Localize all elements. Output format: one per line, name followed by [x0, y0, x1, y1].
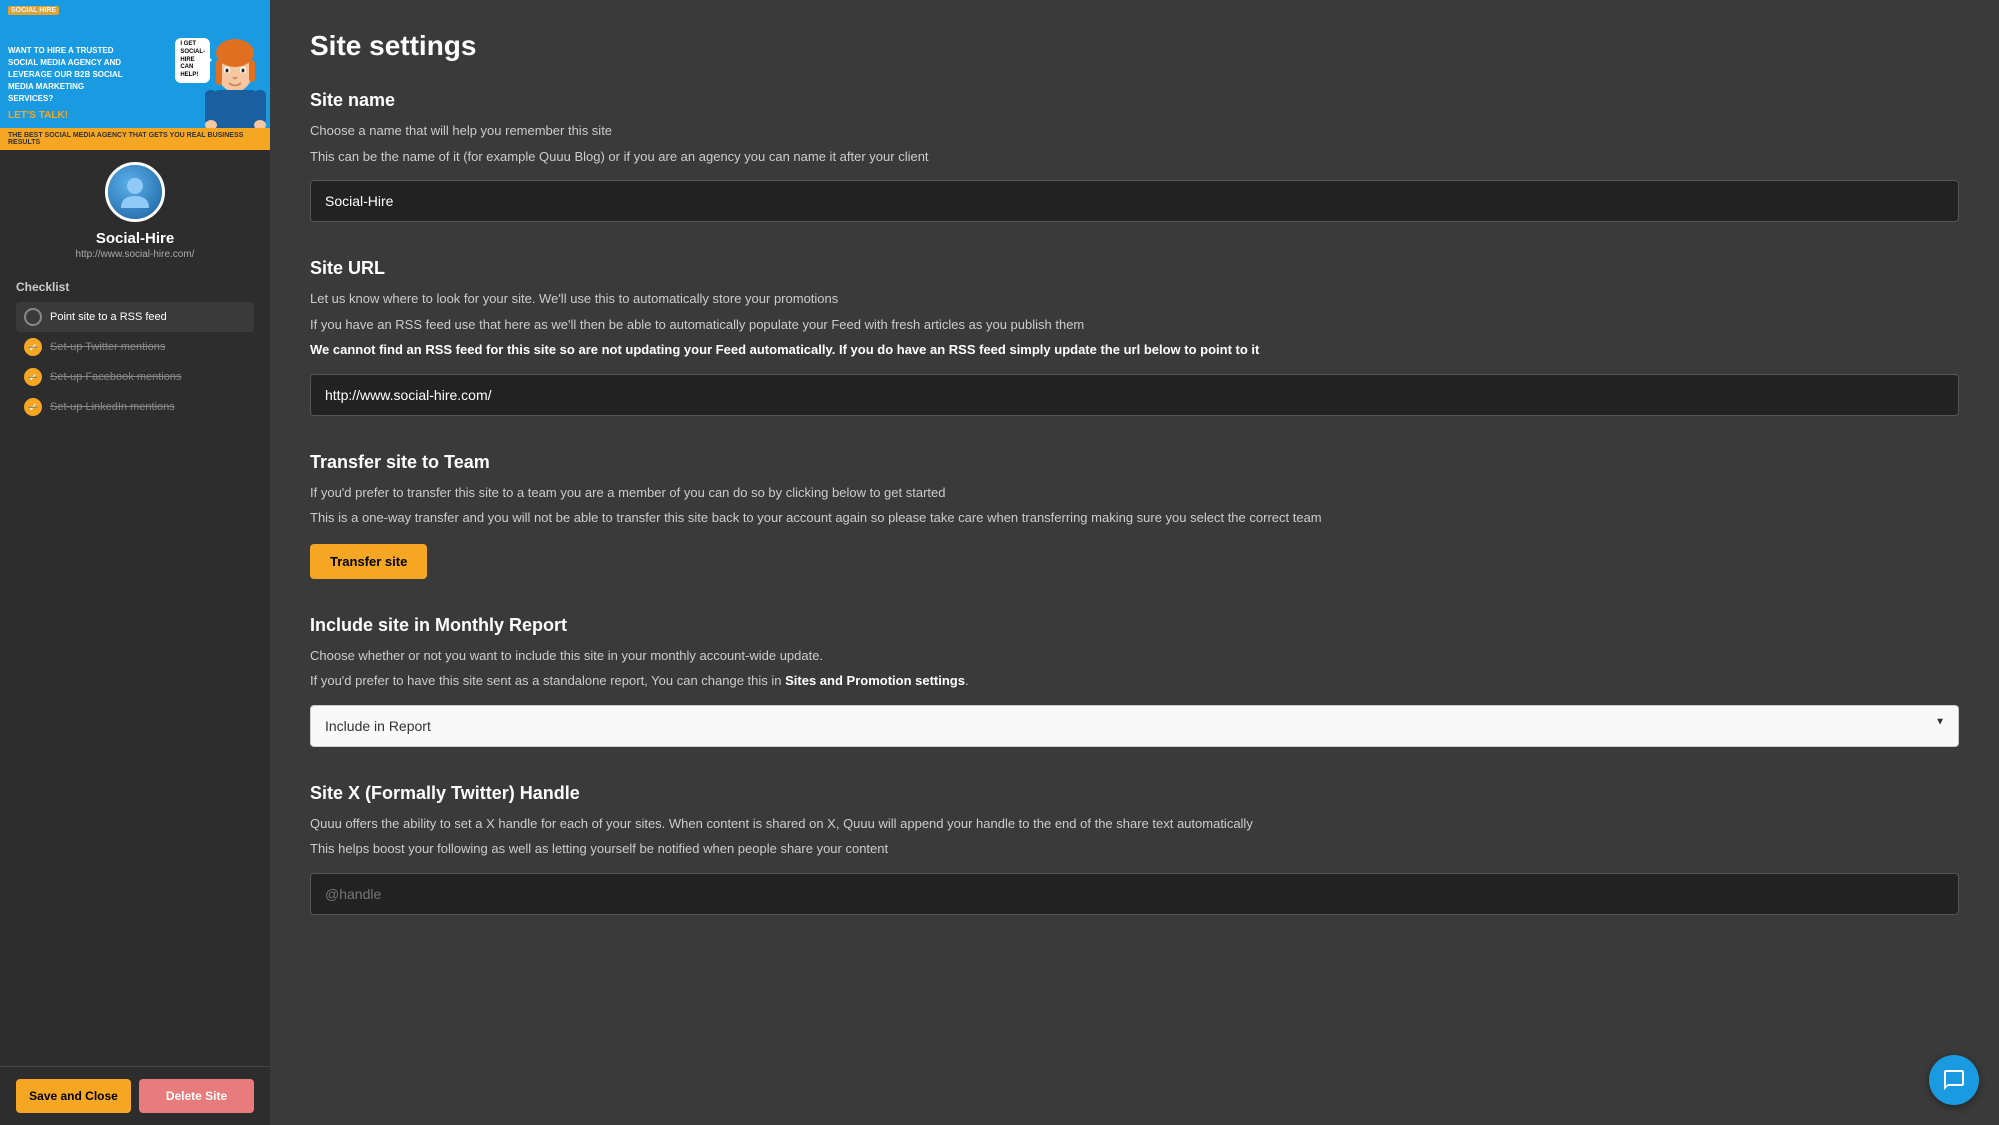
delete-site-button[interactable]: Delete Site [139, 1079, 254, 1113]
site-url-desc1: Let us know where to look for your site.… [310, 289, 1959, 309]
site-url-section-title: Site URL [310, 258, 1959, 279]
checklist-item-linkedin[interactable]: ✓ Set-up LinkedIn mentions [16, 392, 254, 422]
monthly-report-desc2-post: . [965, 673, 969, 688]
section-site-name: Site name Choose a name that will help y… [310, 90, 1959, 222]
sidebar-site-url: http://www.social-hire.com/ [76, 249, 195, 260]
site-url-warning: We cannot find an RSS feed for this site… [310, 340, 1959, 360]
check-circle-linkedin: ✓ [24, 398, 42, 416]
sidebar-banner: Social Hire WANT TO HIRE A TRUSTED SOCIA… [0, 0, 270, 150]
checklist-section: Checklist Point site to a RSS feed ✓ Set… [0, 268, 270, 434]
twitter-handle-desc1: Quuu offers the ability to set a X handl… [310, 814, 1959, 834]
save-close-button[interactable]: Save and Close [16, 1079, 131, 1113]
sidebar: Social Hire WANT TO HIRE A TRUSTED SOCIA… [0, 0, 270, 1125]
twitter-handle-section-title: Site X (Formally Twitter) Handle [310, 783, 1959, 804]
transfer-section-title: Transfer site to Team [310, 452, 1959, 473]
site-name-desc2: This can be the name of it (for example … [310, 147, 1959, 167]
section-twitter-handle: Site X (Formally Twitter) Handle Quuu of… [310, 783, 1959, 915]
sidebar-site-name: Social-Hire [96, 230, 174, 247]
transfer-site-button[interactable]: Transfer site [310, 544, 427, 579]
check-circle-twitter: ✓ [24, 338, 42, 356]
site-name-desc1: Choose a name that will help you remembe… [310, 121, 1959, 141]
monthly-report-desc2-pre: If you'd prefer to have this site sent a… [310, 673, 785, 688]
checklist-label-twitter: Set-up Twitter mentions [50, 341, 165, 353]
avatar-area: Social-Hire http://www.social-hire.com/ [0, 150, 270, 268]
checklist-item-facebook[interactable]: ✓ Set-up Facebook mentions [16, 362, 254, 392]
sidebar-bottom-buttons: Save and Close Delete Site [0, 1066, 270, 1125]
section-site-url: Site URL Let us know where to look for y… [310, 258, 1959, 416]
check-circle-rss [24, 308, 42, 326]
monthly-report-section-title: Include site in Monthly Report [310, 615, 1959, 636]
twitter-handle-desc2: This helps boost your following as well … [310, 839, 1959, 859]
speech-bubble: I GET SOCIAL-HIRE CAN HELP! [175, 38, 210, 83]
banner-logo: Social Hire [8, 4, 59, 16]
check-circle-facebook: ✓ [24, 368, 42, 386]
monthly-report-select[interactable]: Include in Report Exclude from Report [310, 705, 1959, 747]
banner-strip-text: THE BEST SOCIAL MEDIA AGENCY THAT GETS Y… [8, 132, 262, 146]
checklist-label-facebook: Set-up Facebook mentions [50, 371, 181, 383]
twitter-handle-input[interactable] [310, 873, 1959, 915]
avatar [105, 162, 165, 222]
checklist-item-twitter[interactable]: ✓ Set-up Twitter mentions [16, 332, 254, 362]
monthly-report-select-wrapper: Include in Report Exclude from Report [310, 697, 1959, 747]
checklist-title: Checklist [16, 280, 254, 294]
checklist-item-rss[interactable]: Point site to a RSS feed [16, 302, 254, 332]
banner-headline: WANT TO HIRE A TRUSTED SOCIAL MEDIA AGEN… [8, 45, 128, 105]
transfer-desc1: If you'd prefer to transfer this site to… [310, 483, 1959, 503]
banner-bottom-strip: THE BEST SOCIAL MEDIA AGENCY THAT GETS Y… [0, 128, 270, 150]
site-name-input[interactable] [310, 180, 1959, 222]
sites-promotion-link[interactable]: Sites and Promotion settings [785, 673, 965, 688]
chat-bubble-button[interactable] [1929, 1055, 1979, 1105]
monthly-report-desc1: Choose whether or not you want to includ… [310, 646, 1959, 666]
main-content: Site settings Site name Choose a name th… [270, 0, 1999, 1125]
site-name-section-title: Site name [310, 90, 1959, 111]
transfer-desc2: This is a one-way transfer and you will … [310, 508, 1959, 528]
avatar-inner [108, 165, 162, 219]
checklist-label-rss: Point site to a RSS feed [50, 311, 167, 323]
monthly-report-desc2: If you'd prefer to have this site sent a… [310, 671, 1959, 691]
site-url-desc2: If you have an RSS feed use that here as… [310, 315, 1959, 335]
site-url-input[interactable] [310, 374, 1959, 416]
checklist-label-linkedin: Set-up LinkedIn mentions [50, 401, 175, 413]
page-title: Site settings [310, 30, 1959, 62]
section-transfer: Transfer site to Team If you'd prefer to… [310, 452, 1959, 579]
section-monthly-report: Include site in Monthly Report Choose wh… [310, 615, 1959, 747]
